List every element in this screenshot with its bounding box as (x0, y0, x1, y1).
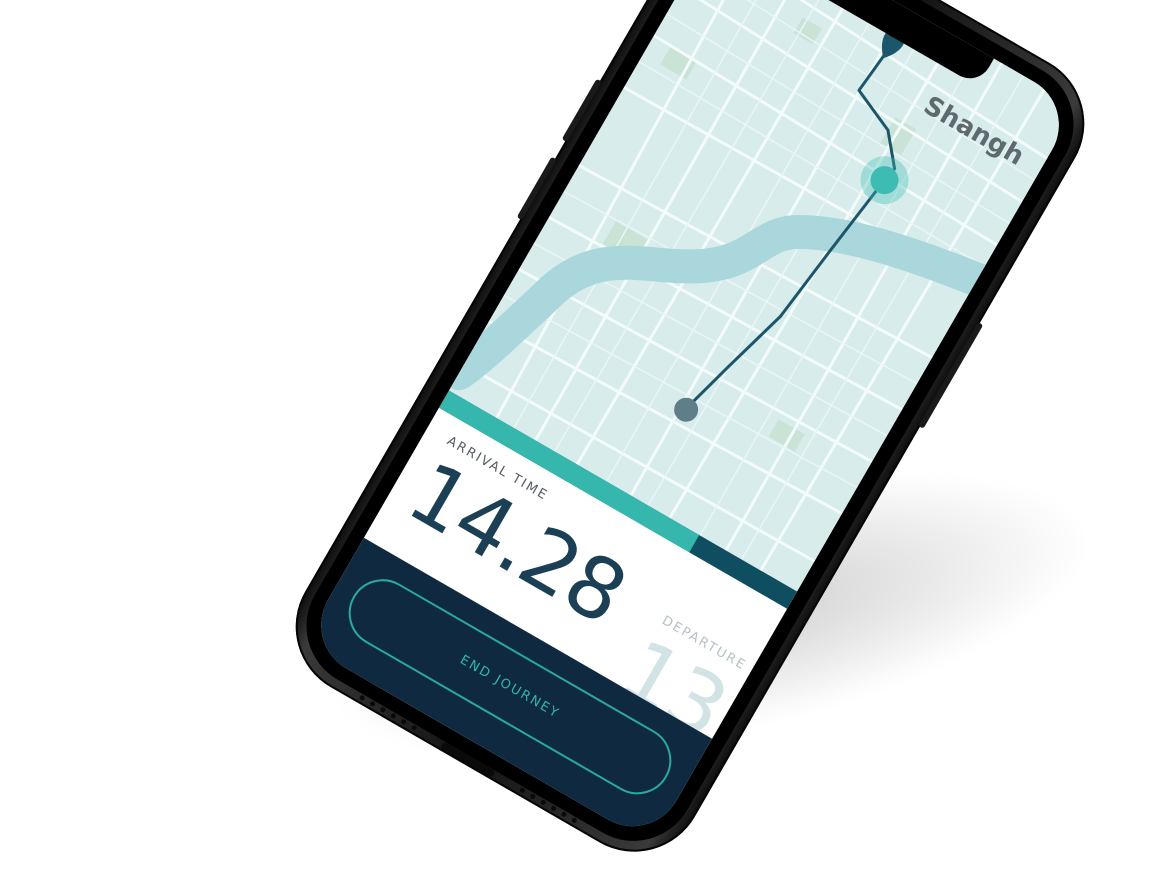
product-scene: Shangh ARRIVAL TIME 14.28 DEPARTURE T 13… (0, 0, 1169, 878)
